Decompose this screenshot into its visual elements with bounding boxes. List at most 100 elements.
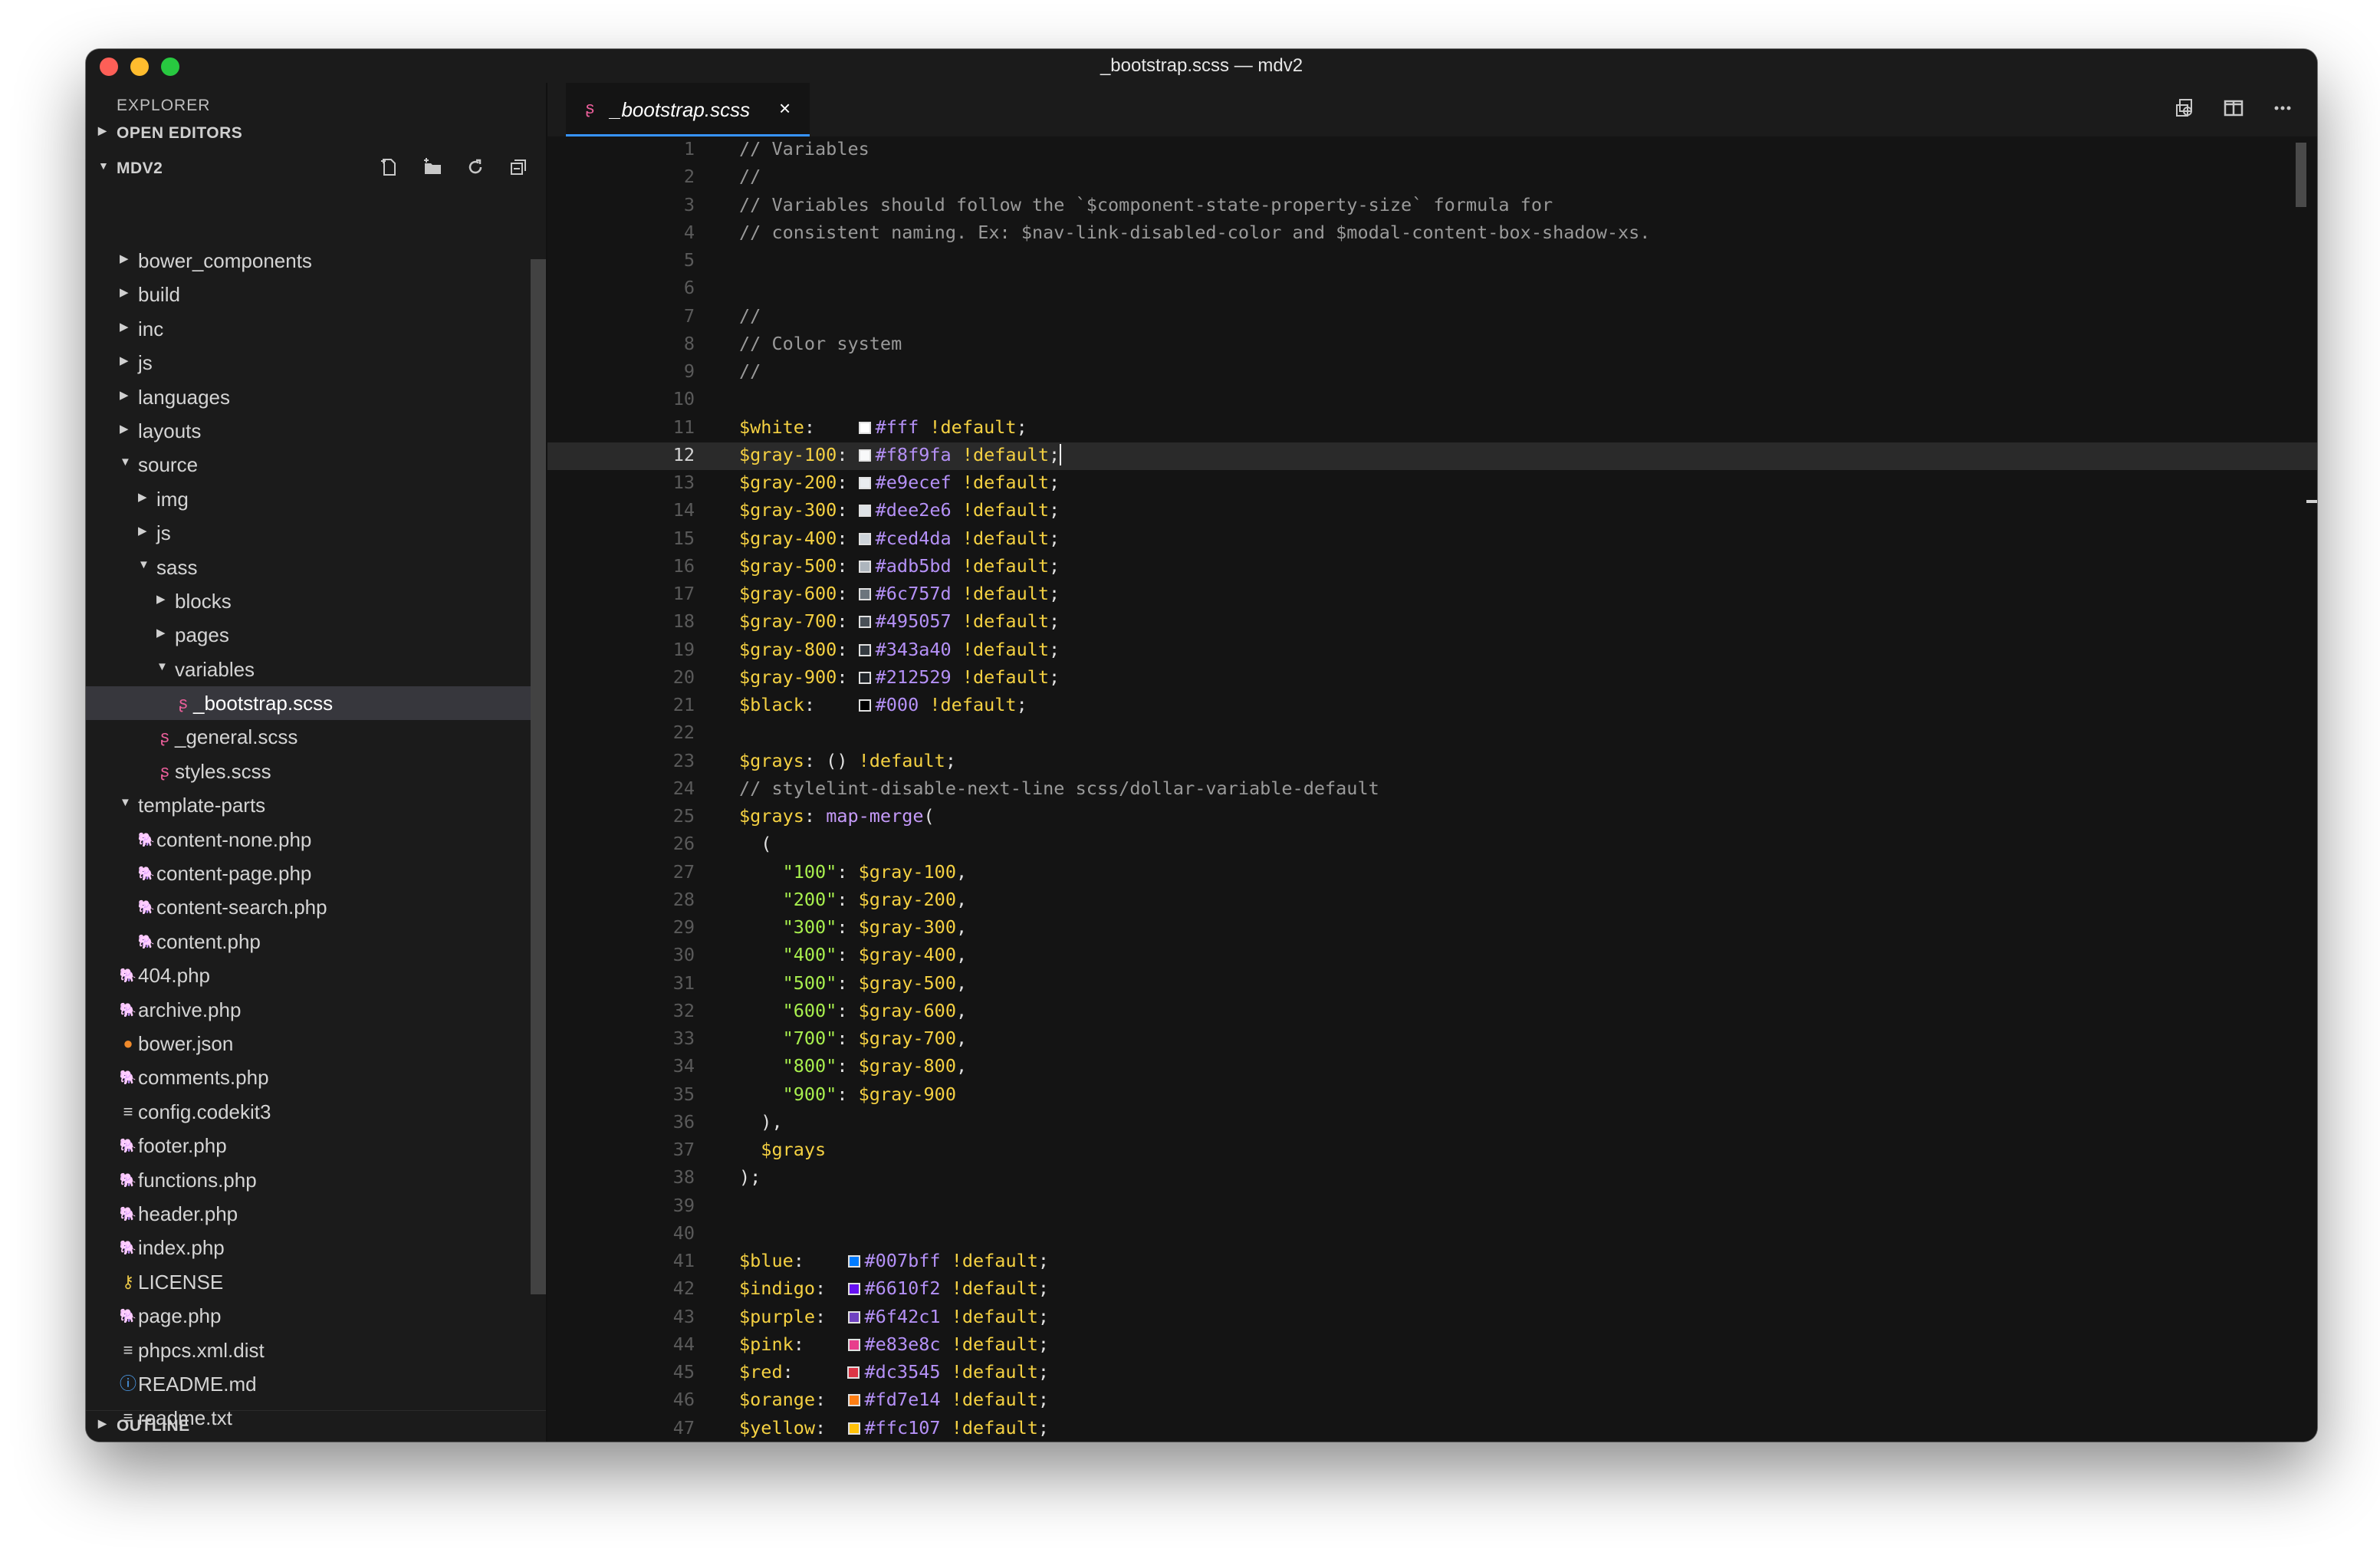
folder-item[interactable]: ▶ build — [86, 278, 531, 311]
code-line[interactable]: 46 $orange: #fd7e14 !default; — [547, 1387, 2317, 1415]
file-item[interactable]: ⚷ LICENSE — [86, 1265, 531, 1299]
color-swatch[interactable] — [858, 505, 871, 518]
color-swatch[interactable] — [847, 1255, 860, 1268]
folder-item[interactable]: ▶ blocks — [86, 584, 531, 618]
more-actions-icon[interactable] — [2270, 97, 2296, 123]
color-swatch[interactable] — [858, 616, 871, 629]
code-line[interactable]: 25 $grays: map-merge( — [547, 804, 2317, 831]
file-item[interactable]: ≡ config.codekit3 — [86, 1095, 531, 1129]
file-item[interactable]: ● bower.json — [86, 1027, 531, 1060]
file-item[interactable]: ʂ _general.scss — [86, 720, 531, 754]
code-line[interactable]: 18 $gray-700: #495057 !default; — [547, 609, 2317, 636]
code-line[interactable]: 38); — [547, 1165, 2317, 1192]
folder-item[interactable]: ▼ template-parts — [86, 788, 531, 822]
folder-item[interactable]: ▼ variables — [86, 653, 531, 686]
refresh-icon[interactable] — [463, 156, 488, 181]
file-item[interactable]: ≡ phpcs.xml.dist — [86, 1333, 531, 1367]
file-item[interactable]: 🐘 page.php — [86, 1299, 531, 1333]
code-line[interactable]: 21 $black: #000 !default; — [547, 692, 2317, 720]
color-swatch[interactable] — [847, 1422, 860, 1435]
folder-item[interactable]: ▶ pages — [86, 618, 531, 652]
file-item[interactable]: 🐘 content.php — [86, 925, 531, 958]
code-line[interactable]: 5 — [547, 248, 2317, 275]
color-swatch[interactable] — [858, 588, 871, 600]
file-item[interactable]: 🐘 comments.php — [86, 1060, 531, 1094]
sidebar-scrollbar[interactable] — [531, 259, 546, 1294]
color-swatch[interactable] — [858, 699, 871, 712]
folder-item[interactable]: ▶ img — [86, 482, 531, 516]
code-line[interactable]: 32 "600": $gray-600, — [547, 998, 2317, 1026]
outline-section[interactable]: ▶ OUTLINE — [86, 1410, 546, 1442]
close-icon[interactable]: × — [779, 97, 791, 120]
code-line[interactable]: 15 $gray-400: #ced4da !default; — [547, 526, 2317, 554]
folder-item[interactable]: ▶ js — [86, 346, 531, 380]
code-line[interactable]: 26 ( — [547, 831, 2317, 859]
color-swatch[interactable] — [858, 671, 871, 684]
code-line[interactable]: 3 // Variables should follow the `$compon… — [547, 192, 2317, 220]
code-line[interactable]: 37 $grays — [547, 1137, 2317, 1165]
collapse-all-icon[interactable] — [506, 156, 531, 181]
code-line[interactable]: 40 — [547, 1221, 2317, 1248]
code-line[interactable]: 6 — [547, 275, 2317, 303]
code-line[interactable]: 23 $grays: () !default; — [547, 748, 2317, 776]
code-line[interactable]: 19 $gray-800: #343a40 !default; — [547, 637, 2317, 665]
folder-item[interactable]: ▶ layouts — [86, 414, 531, 448]
code-line[interactable]: 27 "100": $gray-100, — [547, 860, 2317, 887]
code-line[interactable]: 43 $purple: #6f42c1 !default; — [547, 1304, 2317, 1332]
code-line[interactable]: 13 $gray-200: #e9ecef !default; — [547, 470, 2317, 498]
code-line[interactable]: 34 "800": $gray-800, — [547, 1054, 2317, 1081]
code-line[interactable]: 28 "200": $gray-200, — [547, 887, 2317, 915]
file-item[interactable]: 🐘 footer.php — [86, 1129, 531, 1162]
code-line[interactable]: 14 $gray-300: #dee2e6 !default; — [547, 498, 2317, 525]
file-item[interactable]: ⓘ README.md — [86, 1367, 531, 1401]
file-item[interactable]: 🐘 404.php — [86, 958, 531, 992]
code-line[interactable]: 47 $yellow: #ffc107 !default; — [547, 1416, 2317, 1442]
color-swatch[interactable] — [847, 1338, 860, 1351]
folder-item[interactable]: ▼ source — [86, 448, 531, 482]
folder-item[interactable]: ▶ bower_components — [86, 244, 531, 278]
code-line[interactable]: 11 $white: #fff !default; — [547, 415, 2317, 442]
color-swatch[interactable] — [858, 477, 871, 489]
folder-item[interactable]: ▶ js — [86, 516, 531, 550]
file-item[interactable]: 🐘 content-search.php — [86, 890, 531, 924]
file-item[interactable]: 🐘 content-none.php — [86, 823, 531, 857]
code-line[interactable]: 1 // Variables — [547, 136, 2317, 164]
code-line[interactable]: 42 $indigo: #6610f2 !default; — [547, 1276, 2317, 1304]
code-line[interactable]: 41 $blue: #007bff !default; — [547, 1248, 2317, 1276]
color-swatch[interactable] — [858, 643, 871, 656]
color-swatch[interactable] — [858, 532, 871, 545]
open-changes-icon[interactable] — [2171, 97, 2198, 123]
code-line[interactable]: 31 "500": $gray-500, — [547, 971, 2317, 998]
code-line[interactable]: 17 $gray-600: #6c757d !default; — [547, 581, 2317, 609]
file-item[interactable]: 🐘 archive.php — [86, 993, 531, 1027]
tab-bootstrap-scss[interactable]: ʂ _bootstrap.scss × — [566, 83, 810, 136]
file-item[interactable]: ʂ _bootstrap.scss — [86, 686, 531, 721]
code-line[interactable]: 12 $gray-100: #f8f9fa !default; — [547, 442, 2317, 470]
color-swatch[interactable] — [847, 1283, 860, 1296]
color-swatch[interactable] — [858, 421, 871, 434]
code-line[interactable]: 30 "400": $gray-400, — [547, 942, 2317, 970]
code-line[interactable]: 36 ), — [547, 1110, 2317, 1137]
file-item[interactable]: 🐘 header.php — [86, 1197, 531, 1231]
open-editors-section[interactable]: ▶ OPEN EDITORS — [86, 118, 546, 149]
code-line[interactable]: 9 // — [547, 359, 2317, 386]
code-line[interactable]: 4 // consistent naming. Ex: $nav-link-dis… — [547, 220, 2317, 248]
code-line[interactable]: 29 "300": $gray-300, — [547, 915, 2317, 942]
color-swatch[interactable] — [847, 1394, 860, 1407]
color-swatch[interactable] — [858, 449, 871, 462]
file-item[interactable]: ʂ styles.scss — [86, 755, 531, 788]
file-item[interactable]: 🐘 content-page.php — [86, 857, 531, 890]
code-line[interactable]: 10 — [547, 386, 2317, 414]
code-line[interactable]: 24 // stylelint-disable-next-line scss/do… — [547, 776, 2317, 804]
code-line[interactable]: 45 $red: #dc3545 !default; — [547, 1360, 2317, 1387]
code-line[interactable]: 16 $gray-500: #adb5bd !default; — [547, 554, 2317, 581]
code-line[interactable]: 2 // — [547, 164, 2317, 192]
color-swatch[interactable] — [847, 1366, 860, 1379]
code-line[interactable]: 22 — [547, 720, 2317, 748]
code-line[interactable]: 20 $gray-900: #212529 !default; — [547, 665, 2317, 692]
color-swatch[interactable] — [847, 1310, 860, 1323]
code-line[interactable]: 39 — [547, 1193, 2317, 1221]
new-folder-icon[interactable] — [420, 156, 445, 181]
code-line[interactable]: 35 "900": $gray-900 — [547, 1082, 2317, 1110]
code-line[interactable]: 33 "700": $gray-700, — [547, 1026, 2317, 1054]
